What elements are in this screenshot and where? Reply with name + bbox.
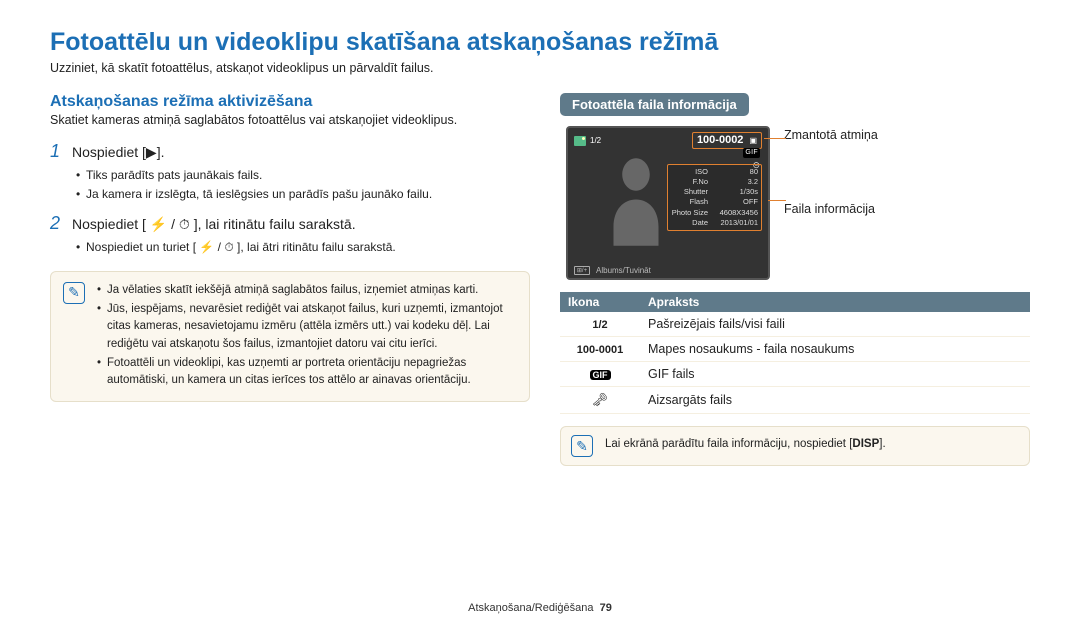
count-icon: 1/2 bbox=[592, 319, 607, 331]
note-item: Fotoattēli un videoklipi, kas uzņemti ar… bbox=[97, 355, 517, 390]
step1-bullet: Tiks parādīts pats jaunākais fails. bbox=[76, 166, 530, 185]
camera-screen: 1/2 100-0002 ▣ GIF ⊝ ISO80 F.No3.2 bbox=[566, 126, 770, 280]
info-pill: Fotoattēla faila informācija bbox=[560, 93, 749, 116]
note-box: ✎ Ja vēlaties skatīt iekšējā atmiņā sagl… bbox=[50, 271, 530, 403]
th-icon: Ikona bbox=[560, 292, 640, 312]
step-1: 1 Nospiediet [▶]. Tiks parādīts pats jau… bbox=[50, 141, 530, 203]
step2-bullet: Nospiediet un turiet [ ⚡ / ⏱ ], lai ātri… bbox=[76, 238, 530, 257]
table-row: 100-0001 Mapes nosaukums - faila nosauku… bbox=[560, 337, 1030, 362]
info-label: F.No bbox=[671, 177, 713, 187]
page-title: Fotoattēlu un videoklipu skatīšana atska… bbox=[50, 28, 1030, 57]
gif-icon: GIF bbox=[590, 370, 611, 380]
row-desc: Pašreizējais fails/visi faili bbox=[640, 312, 1030, 337]
page-footer: Atskaņošana/Rediģēšana 79 bbox=[0, 602, 1080, 614]
icon-table: Ikona Apraksts 1/2 Pašreizējais fails/vi… bbox=[560, 292, 1030, 414]
zoom-icon: ⊞/+ bbox=[574, 266, 590, 275]
table-row: 🗝 Aizsargāts fails bbox=[560, 387, 1030, 414]
page-subtitle: Uzziniet, kā skatīt fotoattēlus, atskaņo… bbox=[50, 61, 1030, 75]
disp-button-label: DISP bbox=[852, 438, 879, 450]
step-number: 2 bbox=[50, 213, 64, 234]
row-desc: GIF fails bbox=[640, 362, 1030, 387]
step-text: Nospiediet [▶]. bbox=[72, 144, 164, 161]
note-icon: ✎ bbox=[63, 282, 85, 304]
bottom-label: Albums/Tuvināt bbox=[596, 266, 651, 275]
info-value: 80 bbox=[750, 167, 758, 177]
info-label: Flash bbox=[671, 197, 713, 207]
gif-badge: GIF bbox=[743, 148, 760, 158]
note-icon: ✎ bbox=[571, 435, 593, 457]
top-info-box: 100-0002 ▣ bbox=[692, 132, 762, 149]
file-counter: 1/2 bbox=[590, 136, 601, 145]
section-heading: Atskaņošanas režīma aktivizēšana bbox=[50, 93, 530, 111]
row-desc: Aizsargāts fails bbox=[640, 387, 1030, 414]
note-item: Jūs, iespējams, nevarēsiet rediģēt vai a… bbox=[97, 301, 517, 353]
info-label: Shutter bbox=[671, 187, 713, 197]
info-value: OFF bbox=[743, 197, 758, 207]
picture-icon bbox=[574, 136, 586, 146]
callout-fileinfo: Faila informācija bbox=[784, 202, 878, 216]
tip-text-end: ]. bbox=[879, 438, 885, 450]
table-row: GIF GIF fails bbox=[560, 362, 1030, 387]
lock-icon: 🗝 bbox=[592, 392, 609, 407]
info-value: 2013/01/01 bbox=[720, 218, 758, 228]
step-number: 1 bbox=[50, 141, 64, 162]
step1-bullet: Ja kamera ir izslēgta, tā ieslēgsies un … bbox=[76, 185, 530, 204]
info-value: 4608X3456 bbox=[720, 208, 758, 218]
info-value: 3.2 bbox=[748, 177, 758, 187]
info-label: Photo Size bbox=[671, 208, 713, 218]
th-desc: Apraksts bbox=[640, 292, 1030, 312]
info-label: Date bbox=[671, 218, 713, 228]
callout-memory: Zmantotā atmiņa bbox=[784, 128, 878, 142]
step-2: 2 Nospiediet [ ⚡ / ⏱ ], lai ritinātu fai… bbox=[50, 213, 530, 257]
memory-used-icon: ▣ bbox=[749, 136, 757, 145]
info-label: ISO bbox=[671, 167, 713, 177]
info-panel: ISO 80 F.No 3.2 Shutter 1/30s Flash OFF Phot… bbox=[667, 164, 762, 231]
folder-icon: 100-0001 bbox=[577, 344, 624, 356]
note-item: Ja vēlaties skatīt iekšējā atmiņā saglab… bbox=[97, 282, 517, 299]
row-desc: Mapes nosaukums - faila nosaukums bbox=[640, 337, 1030, 362]
folder-label: 100-0002 bbox=[697, 134, 744, 146]
step-text: Nospiediet [ ⚡ / ⏱ ], lai ritinātu failu… bbox=[72, 216, 356, 233]
footer-section: Atskaņošana/Rediģēšana bbox=[468, 602, 593, 614]
table-row: 1/2 Pašreizējais fails/visi faili bbox=[560, 312, 1030, 337]
tip-text: Lai ekrānā parādītu faila informāciju, n… bbox=[605, 438, 852, 450]
page-number: 79 bbox=[600, 602, 612, 614]
tip-box: ✎ Lai ekrānā parādītu faila informāciju,… bbox=[560, 426, 1030, 466]
section-sub: Skatiet kameras atmiņā saglabātos fotoat… bbox=[50, 113, 530, 127]
info-value: 1/30s bbox=[740, 187, 758, 197]
silhouette-icon bbox=[596, 152, 676, 252]
